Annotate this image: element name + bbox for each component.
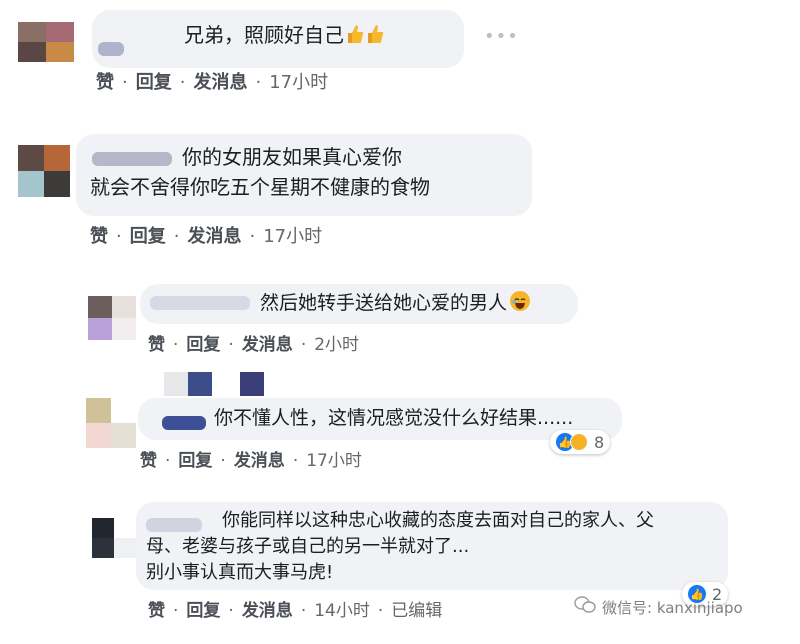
- like-button[interactable]: 赞: [148, 335, 165, 355]
- message-button[interactable]: 发消息: [242, 601, 293, 621]
- comment-time: 17小时: [306, 451, 362, 471]
- reply-button[interactable]: 回复: [136, 72, 172, 93]
- blurred-username: [146, 518, 202, 532]
- like-button[interactable]: 赞: [140, 451, 157, 471]
- message-button[interactable]: 发消息: [187, 226, 241, 247]
- comment-actions: 赞 · 回复 · 发消息 · 17小时: [96, 72, 329, 93]
- like-button[interactable]: 赞: [148, 601, 165, 621]
- like-button[interactable]: 赞: [96, 72, 114, 93]
- commenter-avatar[interactable]: [86, 398, 136, 448]
- blurred-username: [162, 416, 206, 430]
- thumbs-up-emoji-icon: [346, 23, 364, 45]
- comment-text-line: 你能同样以这种忠心收藏的态度去面对自己的家人、父: [222, 510, 654, 531]
- reply-button[interactable]: 回复: [186, 335, 220, 355]
- comment-actions: 赞 · 回复 · 发消息 · 14小时 · 已编辑: [148, 601, 443, 621]
- commenter-avatar[interactable]: [18, 22, 74, 62]
- message-button[interactable]: 发消息: [234, 451, 285, 471]
- comment-actions: 赞 · 回复 · 发消息 · 2小时: [148, 335, 360, 355]
- commenter-avatar[interactable]: [88, 296, 136, 340]
- comment-bubble: 兄弟，照顾好自己: [92, 10, 464, 68]
- comment-text: 你不懂人性，这情况感觉没什么好结果......: [214, 407, 574, 429]
- comment-bubble: 你的女朋友如果真心爱你 就会不舍得你吃五个星期不健康的食物: [76, 134, 532, 216]
- comment-text-line: 别小事认真而大事马虎!: [146, 562, 334, 583]
- comment-time: 14小时: [314, 601, 370, 621]
- watermark-text: 微信号: kanxinjiapo: [602, 598, 743, 617]
- reaction-count: 8: [594, 432, 605, 452]
- comment-time: 17小时: [269, 72, 329, 93]
- comment-text-line: 母、老婆与孩子或自己的另一半就对了...: [146, 536, 470, 557]
- comment-time: 17小时: [263, 226, 323, 247]
- comment-time: 2小时: [314, 335, 360, 355]
- message-button[interactable]: 发消息: [193, 72, 247, 93]
- blurred-username: [150, 296, 250, 310]
- reply-button[interactable]: 回复: [186, 601, 220, 621]
- comment-text-line: 就会不舍得你吃五个星期不健康的食物: [90, 175, 430, 199]
- blurred-username: [98, 42, 124, 56]
- haha-reaction-icon: [570, 433, 588, 451]
- comment-text: 然后她转手送给她心爱的男人: [260, 292, 508, 314]
- commenter-avatar[interactable]: [92, 518, 136, 558]
- wechat-icon: [574, 596, 596, 618]
- blurred-username: [92, 152, 172, 166]
- comment-actions: 赞 · 回复 · 发消息 · 17小时: [140, 451, 362, 471]
- comment-bubble: 你能同样以这种忠心收藏的态度去面对自己的家人、父 母、老婆与孩子或自己的另一半就…: [136, 502, 728, 590]
- message-button[interactable]: 发消息: [242, 335, 293, 355]
- comment-bubble: 你不懂人性，这情况感觉没什么好结果......: [138, 398, 622, 440]
- comment-actions: 赞 · 回复 · 发消息 · 17小时: [90, 226, 323, 247]
- thumbs-up-emoji-icon: [366, 23, 384, 45]
- like-button[interactable]: 赞: [90, 226, 108, 247]
- reactions-badge[interactable]: 👍 8: [550, 430, 611, 454]
- commenter-avatar[interactable]: [18, 145, 70, 197]
- reply-button[interactable]: 回复: [130, 226, 166, 247]
- more-options-icon[interactable]: •••: [484, 26, 519, 47]
- wechat-watermark: 微信号: kanxinjiapo: [574, 596, 743, 618]
- laughing-emoji-icon: [510, 291, 531, 311]
- edited-label: 已编辑: [391, 601, 443, 621]
- reply-button[interactable]: 回复: [178, 451, 212, 471]
- comment-text: 兄弟，照顾好自己: [184, 23, 344, 47]
